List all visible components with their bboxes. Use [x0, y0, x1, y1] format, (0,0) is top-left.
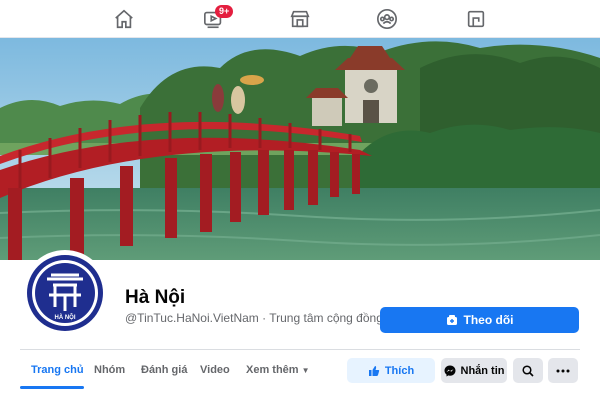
follow-icon	[446, 315, 457, 325]
page-handle: @TinTuc.HaNoi.VietNam	[125, 311, 259, 325]
cover-photo[interactable]	[0, 38, 600, 260]
tab-more-label: Xem thêm	[246, 364, 299, 376]
active-tab-indicator	[20, 386, 84, 389]
tab-groups[interactable]: Nhóm	[94, 364, 125, 376]
ellipsis-icon	[556, 369, 570, 372]
search-button[interactable]	[513, 358, 543, 383]
groups-icon[interactable]	[376, 8, 400, 32]
like-label: Thích	[384, 364, 415, 377]
tab-more[interactable]: Xem thêm ▼	[246, 364, 310, 376]
gaming-icon[interactable]	[465, 8, 489, 32]
top-navigation: 9+	[0, 0, 600, 38]
like-button[interactable]: Thích	[347, 358, 435, 383]
profile-avatar[interactable]: HÀ NỘI	[22, 250, 108, 336]
thumbs-up-icon	[368, 365, 379, 376]
svg-text:HÀ NỘI: HÀ NỘI	[55, 313, 76, 321]
page-subtitle: @TinTuc.HaNoi.VietNam · Trung tâm cộng đ…	[125, 311, 383, 325]
separator-dot: ·	[262, 311, 267, 325]
tab-reviews[interactable]: Đánh giá	[141, 364, 187, 376]
notification-badge: 9+	[215, 5, 234, 18]
follow-button[interactable]: Theo dõi	[380, 307, 579, 333]
search-icon	[522, 364, 534, 377]
tab-video[interactable]: Video	[200, 364, 230, 376]
page-title: Hà Nội	[125, 287, 186, 308]
chevron-down-icon: ▼	[301, 366, 310, 375]
message-label: Nhắn tin	[460, 364, 505, 377]
message-button[interactable]: Nhắn tin	[441, 358, 507, 383]
watch-icon[interactable]: 9+	[203, 5, 234, 32]
follow-label: Theo dõi	[463, 313, 514, 327]
messenger-icon	[444, 365, 455, 376]
more-options-button[interactable]	[548, 358, 578, 383]
page-category[interactable]: Trung tâm cộng đồng	[269, 311, 383, 325]
header-divider	[20, 349, 580, 350]
marketplace-icon[interactable]	[289, 8, 313, 32]
tab-home[interactable]: Trang chủ	[31, 364, 84, 376]
home-icon[interactable]	[113, 8, 137, 32]
